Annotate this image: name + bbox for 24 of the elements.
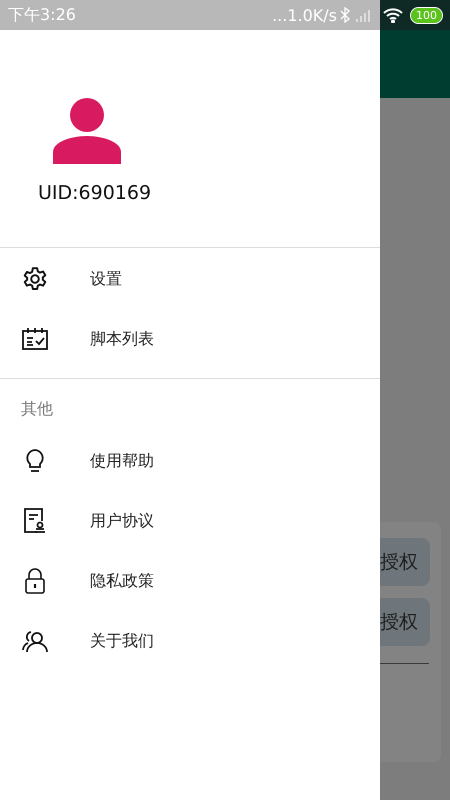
authorize-button[interactable]: 授权 bbox=[380, 598, 430, 646]
network-speed: ...1.0K/s bbox=[272, 6, 337, 24]
lock-icon bbox=[24, 568, 46, 594]
section-title: 其他 bbox=[21, 399, 53, 420]
app-toolbar bbox=[380, 30, 450, 98]
menu-item[interactable]: 设置 bbox=[0, 249, 380, 309]
battery-indicator: 100 bbox=[411, 8, 442, 22]
menu-item[interactable]: 使用帮助 bbox=[0, 431, 380, 491]
calendar-check-icon bbox=[22, 327, 48, 351]
people-icon bbox=[22, 629, 48, 653]
wifi-icon bbox=[383, 7, 403, 23]
avatar-icon bbox=[53, 98, 121, 164]
lightbulb-icon bbox=[24, 448, 46, 474]
menu-item[interactable]: 脚本列表 bbox=[0, 309, 380, 369]
signal-icon bbox=[355, 8, 371, 22]
document-stamp-icon bbox=[23, 508, 47, 534]
menu-item[interactable]: 用户协议 bbox=[0, 491, 380, 551]
settings-icon bbox=[22, 266, 48, 292]
menu-item[interactable]: 关于我们 bbox=[0, 611, 380, 671]
user-id: UID:690169 bbox=[38, 182, 152, 204]
bluetooth-icon bbox=[340, 7, 350, 23]
menu-item[interactable]: 隐私政策 bbox=[0, 551, 380, 611]
authorize-button[interactable]: 授权 bbox=[380, 538, 430, 586]
status-time: 下午3:26 bbox=[8, 4, 77, 26]
